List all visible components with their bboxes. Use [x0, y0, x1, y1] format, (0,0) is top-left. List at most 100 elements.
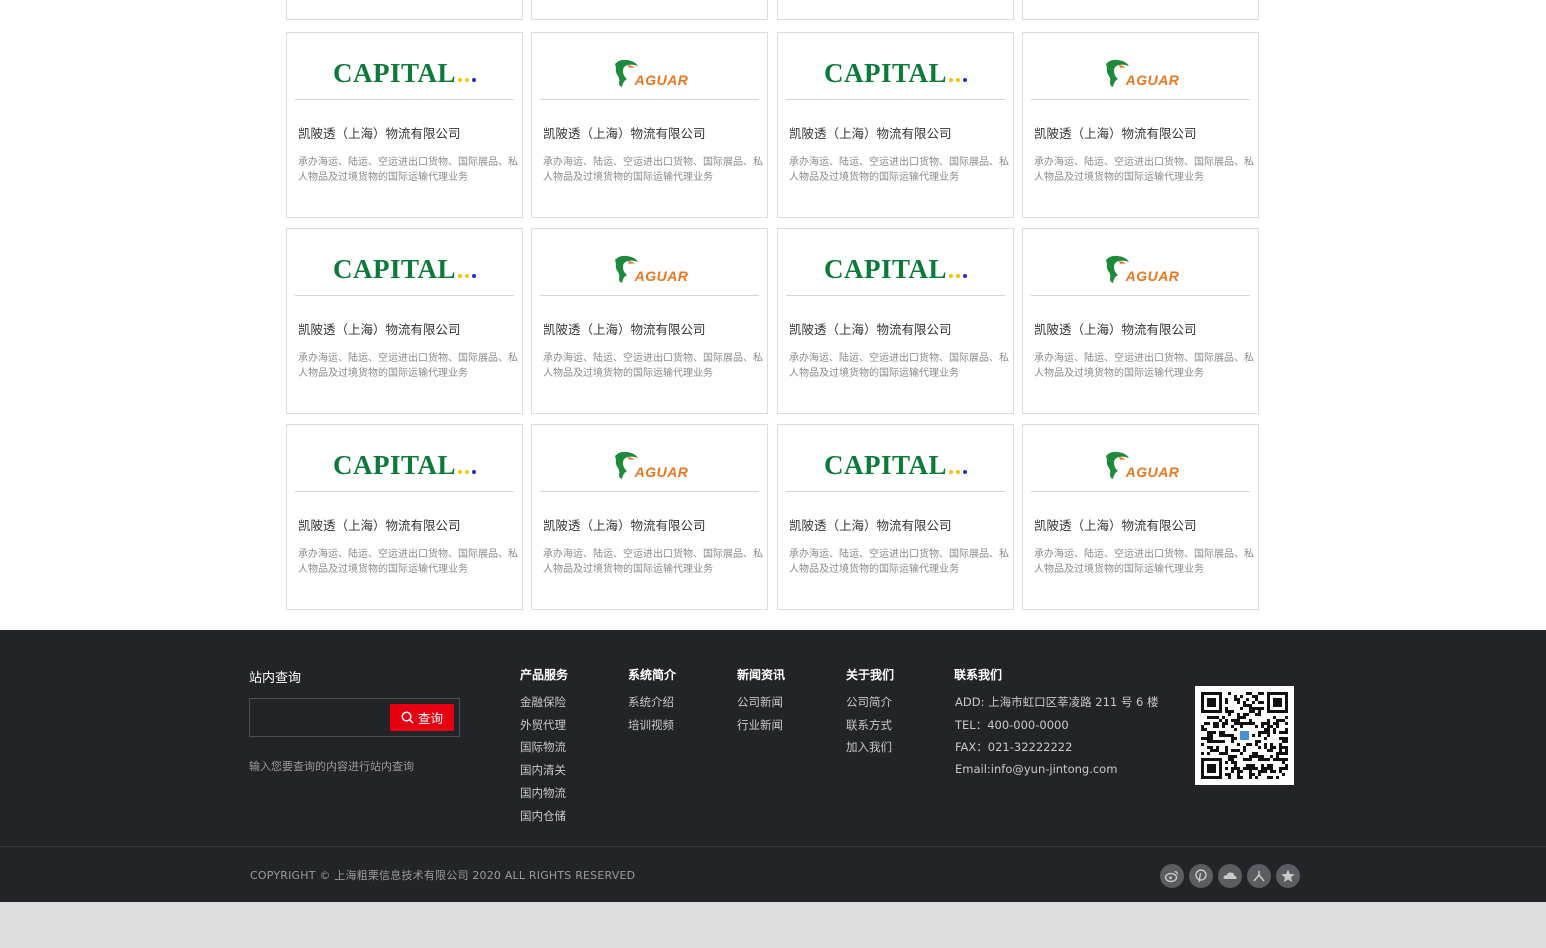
company-logo: AGUAR — [1031, 47, 1250, 99]
company-logo: CAPITAL — [295, 47, 514, 99]
footer-column-title: 新闻资讯 — [737, 668, 786, 682]
footer-column-title: 系统简介 — [628, 668, 677, 682]
search-button[interactable]: 查询 — [390, 704, 454, 731]
contact-line: Email:info@yun-jintong.com — [955, 762, 1118, 777]
company-card[interactable]: AGUAR 凯陂透（上海）物流有限公司 承办海运、陆运、空运进出口货物、国际展品… — [531, 32, 768, 218]
capital-logo: CAPITAL — [824, 58, 967, 89]
search-icon — [401, 711, 414, 724]
star-icon[interactable] — [1276, 864, 1300, 888]
jaguar-logo: AGUAR — [1102, 56, 1180, 90]
card-divider — [1031, 491, 1250, 492]
company-desc: 承办海运、陆运、空运进出口货物、国际展品、私人物品及过境货物的国际运输代理业务 — [789, 353, 1009, 379]
jaguar-logo: AGUAR — [611, 56, 689, 90]
card-divider — [295, 295, 514, 296]
company-logo: CAPITAL — [786, 47, 1005, 99]
qr-code — [1195, 686, 1294, 785]
pinterest-icon[interactable] — [1189, 864, 1213, 888]
card-divider — [540, 99, 759, 100]
company-logo: CAPITAL — [786, 243, 1005, 295]
contact-line: TEL：400-000-0000 — [955, 717, 1069, 732]
company-desc: 承办海运、陆运、空运进出口货物、国际展品、私人物品及过境货物的国际运输代理业务 — [543, 157, 763, 183]
company-card-partial[interactable] — [531, 0, 768, 20]
company-logo: AGUAR — [540, 243, 759, 295]
search-button-label: 查询 — [417, 711, 443, 726]
copyright-bar: COPYRIGHT © 上海粗栗信息技术有限公司 2020 ALL RIGHTS… — [0, 846, 1546, 902]
search-input[interactable] — [252, 701, 388, 734]
footer-link[interactable]: 联系方式 — [846, 717, 892, 733]
footer-link[interactable]: 国内清关 — [520, 762, 566, 778]
footer-link[interactable]: 加入我们 — [846, 739, 892, 755]
footer-link[interactable]: 国内物流 — [520, 785, 566, 801]
company-card-partial[interactable] — [286, 0, 523, 20]
footer-link[interactable]: 培训视频 — [628, 717, 674, 733]
search-box: 查询 — [249, 698, 460, 737]
company-logo: AGUAR — [1031, 439, 1250, 491]
footer-column-title: 关于我们 — [846, 668, 895, 682]
company-card[interactable]: AGUAR 凯陂透（上海）物流有限公司 承办海运、陆运、空运进出口货物、国际展品… — [1022, 424, 1259, 610]
company-logo: CAPITAL — [295, 243, 514, 295]
card-divider — [1031, 295, 1250, 296]
capital-logo: CAPITAL — [333, 450, 476, 481]
footer-link[interactable]: 系统介绍 — [628, 694, 674, 710]
company-name: 凯陂透（上海）物流有限公司 — [543, 322, 706, 337]
company-card[interactable]: AGUAR 凯陂透（上海）物流有限公司 承办海运、陆运、空运进出口货物、国际展品… — [1022, 32, 1259, 218]
company-name: 凯陂透（上海）物流有限公司 — [298, 518, 461, 533]
jaguar-logo: AGUAR — [611, 448, 689, 482]
company-card[interactable]: AGUAR 凯陂透（上海）物流有限公司 承办海运、陆运、空运进出口货物、国际展品… — [1022, 228, 1259, 414]
company-logo: AGUAR — [540, 439, 759, 491]
contact-title: 联系我们 — [954, 668, 1003, 682]
company-desc: 承办海运、陆运、空运进出口货物、国际展品、私人物品及过境货物的国际运输代理业务 — [1034, 157, 1254, 183]
company-desc: 承办海运、陆运、空运进出口货物、国际展品、私人物品及过境货物的国际运输代理业务 — [298, 353, 518, 379]
company-card[interactable]: AGUAR 凯陂透（上海）物流有限公司 承办海运、陆运、空运进出口货物、国际展品… — [531, 424, 768, 610]
company-desc: 承办海运、陆运、空运进出口货物、国际展品、私人物品及过境货物的国际运输代理业务 — [1034, 549, 1254, 575]
company-card[interactable]: CAPITAL 凯陂透（上海）物流有限公司 承办海运、陆运、空运进出口货物、国际… — [286, 424, 523, 610]
company-card[interactable]: CAPITAL 凯陂透（上海）物流有限公司 承办海运、陆运、空运进出口货物、国际… — [286, 228, 523, 414]
company-card[interactable]: CAPITAL 凯陂透（上海）物流有限公司 承办海运、陆运、空运进出口货物、国际… — [286, 32, 523, 218]
footer-link[interactable]: 国际物流 — [520, 739, 566, 755]
footer-link[interactable]: 金融保险 — [520, 694, 566, 710]
capital-logo: CAPITAL — [824, 254, 967, 285]
company-card[interactable]: CAPITAL 凯陂透（上海）物流有限公司 承办海运、陆运、空运进出口货物、国际… — [777, 228, 1014, 414]
company-card-partial[interactable] — [1022, 0, 1259, 20]
company-name: 凯陂透（上海）物流有限公司 — [1034, 518, 1197, 533]
card-divider — [1031, 99, 1250, 100]
company-desc: 承办海运、陆运、空运进出口货物、国际展品、私人物品及过境货物的国际运输代理业务 — [789, 157, 1009, 183]
company-desc: 承办海运、陆运、空运进出口货物、国际展品、私人物品及过境货物的国际运输代理业务 — [543, 549, 763, 575]
site-footer: 站内查询 查询 输入您要查询的内容进行站内查询 产品服务 金融保险 外贸代理 国际物流… — [0, 630, 1546, 846]
footer-link[interactable]: 外贸代理 — [520, 717, 566, 733]
renren-icon[interactable] — [1247, 864, 1271, 888]
company-logo: AGUAR — [540, 47, 759, 99]
jaguar-logo: AGUAR — [1102, 252, 1180, 286]
weibo-icon[interactable] — [1160, 864, 1184, 888]
capital-logo: CAPITAL — [333, 254, 476, 285]
copyright-text: COPYRIGHT © 上海粗栗信息技术有限公司 2020 ALL RIGHTS… — [250, 869, 636, 882]
footer-link[interactable]: 公司简介 — [846, 694, 892, 710]
search-title: 站内查询 — [249, 671, 302, 686]
card-divider — [786, 295, 1005, 296]
company-logo: CAPITAL — [295, 439, 514, 491]
company-desc: 承办海运、陆运、空运进出口货物、国际展品、私人物品及过境货物的国际运输代理业务 — [298, 157, 518, 183]
card-divider — [540, 295, 759, 296]
company-card-partial[interactable] — [777, 0, 1014, 20]
company-name: 凯陂透（上海）物流有限公司 — [789, 518, 952, 533]
company-grid: CAPITAL 凯陂透（上海）物流有限公司 承办海运、陆运、空运进出口货物、国际… — [286, 0, 1259, 610]
footer-link[interactable]: 行业新闻 — [737, 717, 783, 733]
company-card[interactable]: AGUAR 凯陂透（上海）物流有限公司 承办海运、陆运、空运进出口货物、国际展品… — [531, 228, 768, 414]
card-divider — [295, 491, 514, 492]
company-card[interactable]: CAPITAL 凯陂透（上海）物流有限公司 承办海运、陆运、空运进出口货物、国际… — [777, 424, 1014, 610]
card-divider — [786, 491, 1005, 492]
company-name: 凯陂透（上海）物流有限公司 — [1034, 322, 1197, 337]
bottom-strip — [0, 902, 1546, 948]
company-desc: 承办海运、陆运、空运进出口货物、国际展品、私人物品及过境货物的国际运输代理业务 — [789, 549, 1009, 575]
footer-link[interactable]: 公司新闻 — [737, 694, 783, 710]
company-name: 凯陂透（上海）物流有限公司 — [1034, 126, 1197, 141]
company-desc: 承办海运、陆运、空运进出口货物、国际展品、私人物品及过境货物的国际运输代理业务 — [298, 549, 518, 575]
company-desc: 承办海运、陆运、空运进出口货物、国际展品、私人物品及过境货物的国际运输代理业务 — [543, 353, 763, 379]
capital-logo: CAPITAL — [824, 450, 967, 481]
footer-link[interactable]: 国内仓储 — [520, 808, 566, 824]
company-name: 凯陂透（上海）物流有限公司 — [789, 126, 952, 141]
company-logo: AGUAR — [1031, 243, 1250, 295]
cloud-icon[interactable] — [1218, 864, 1242, 888]
jaguar-logo: AGUAR — [611, 252, 689, 286]
company-card[interactable]: CAPITAL 凯陂透（上海）物流有限公司 承办海运、陆运、空运进出口货物、国际… — [777, 32, 1014, 218]
